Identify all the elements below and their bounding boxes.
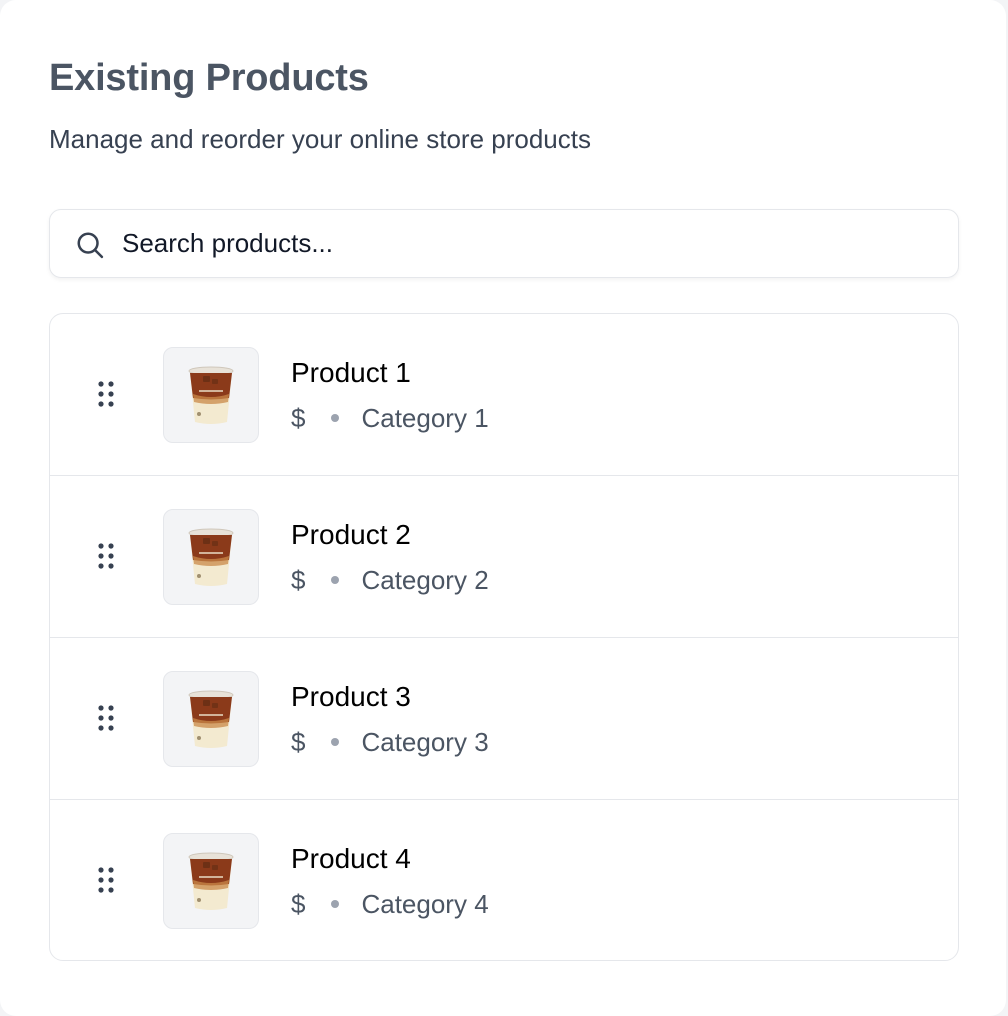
product-price: $ (291, 565, 306, 595)
iced-coffee-cup-image (188, 528, 234, 586)
product-category: Category 4 (361, 889, 489, 919)
product-thumbnail (163, 671, 259, 767)
product-price: $ (291, 889, 306, 919)
iced-coffee-cup-image (188, 852, 234, 910)
products-card: Existing Products Manage and reorder you… (0, 0, 1006, 1016)
drag-handle-icon[interactable] (98, 543, 114, 569)
product-row[interactable]: Product 3 $ Category 3 (50, 638, 958, 800)
separator-dot (331, 576, 340, 584)
product-category: Category 1 (361, 403, 489, 433)
product-meta: $ Category 1 (291, 402, 489, 434)
product-thumbnail (163, 347, 259, 443)
search-icon (77, 232, 104, 259)
product-name: Product 3 (291, 681, 411, 712)
drag-handle-icon[interactable] (98, 381, 114, 407)
product-meta: $ Category 2 (291, 564, 489, 596)
product-thumbnail (163, 509, 259, 605)
iced-coffee-cup-image (188, 366, 234, 424)
product-name: Product 2 (291, 519, 411, 550)
separator-dot (331, 738, 340, 746)
product-category: Category 2 (361, 565, 489, 595)
product-price: $ (291, 727, 306, 757)
product-meta: $ Category 3 (291, 726, 489, 758)
product-row[interactable]: Product 2 $ Category 2 (50, 476, 958, 638)
product-name: Product 4 (291, 843, 411, 874)
product-row[interactable]: Product 4 $ Category 4 (50, 800, 958, 960)
page-title: Existing Products (49, 57, 369, 99)
separator-dot (331, 900, 340, 908)
product-name: Product 1 (291, 357, 411, 388)
search-input[interactable] (122, 210, 942, 276)
product-price: $ (291, 403, 306, 433)
product-category: Category 3 (361, 727, 489, 757)
product-row[interactable]: Product 1 $ Category 1 (50, 314, 958, 476)
iced-coffee-cup-image (188, 690, 234, 748)
product-thumbnail (163, 833, 259, 929)
search-box[interactable] (49, 209, 959, 278)
product-meta: $ Category 4 (291, 888, 489, 920)
product-list: Product 1 $ Category 1 Product 2 $ Categ… (49, 313, 959, 961)
drag-handle-icon[interactable] (98, 705, 114, 731)
separator-dot (331, 414, 340, 422)
page-subtitle: Manage and reorder your online store pro… (49, 124, 591, 154)
drag-handle-icon[interactable] (98, 867, 114, 893)
